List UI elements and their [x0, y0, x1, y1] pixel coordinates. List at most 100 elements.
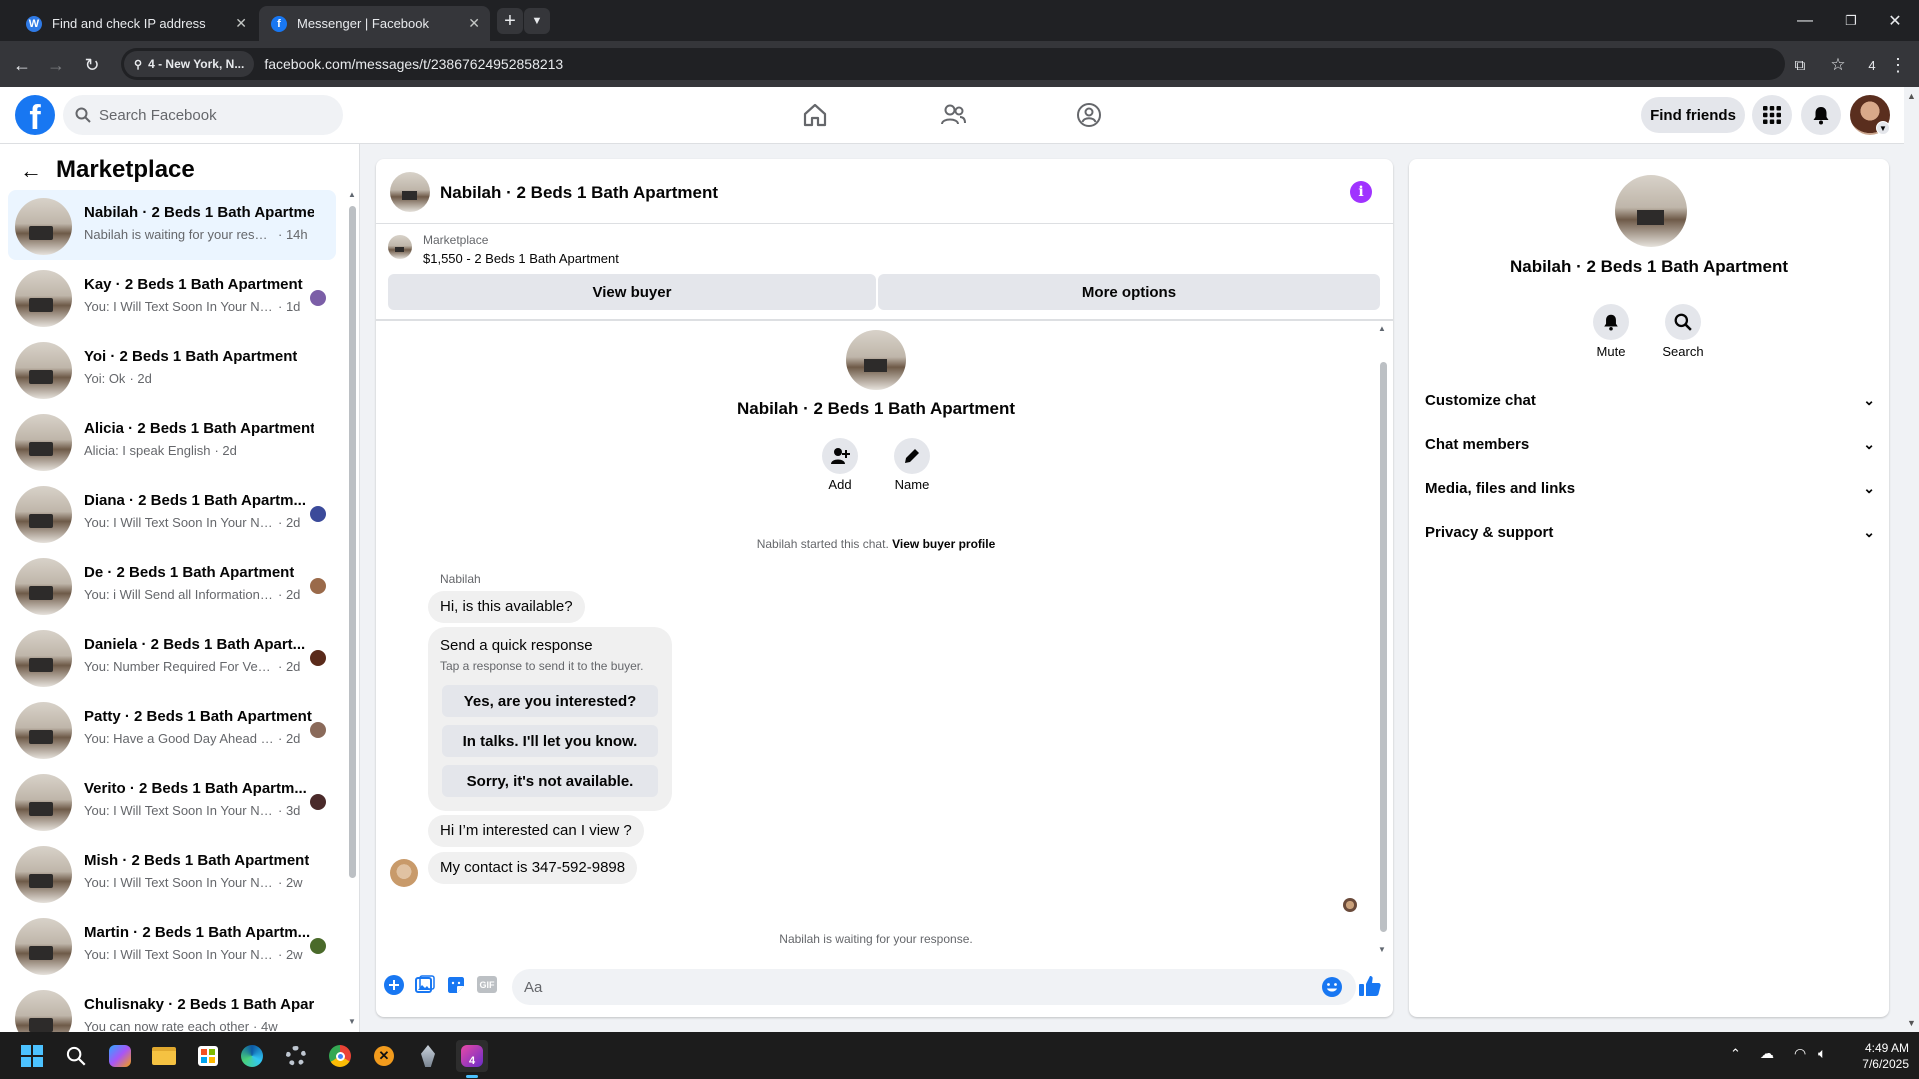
listing-thumbnail[interactable] — [388, 235, 412, 259]
conversation-item[interactable]: Diana · 2 Beds 1 Bath Apartm... You: I Wi… — [8, 478, 336, 548]
photo-icon[interactable] — [415, 975, 435, 995]
scroll-up-icon[interactable]: ▲ — [1907, 91, 1916, 101]
location-chip[interactable]: ⚲ 4 - New York, N... — [124, 51, 255, 77]
sidebar-scrollbar[interactable]: ▲ ▼ — [348, 190, 356, 1026]
onedrive-off-icon[interactable]: ☁ — [1760, 1045, 1774, 1062]
forward-icon[interactable]: → — [44, 53, 68, 77]
conversation-item[interactable]: Daniela · 2 Beds 1 Bath Apart... You: Num… — [8, 622, 336, 692]
kebab-menu-icon[interactable]: ⋮ — [1888, 53, 1908, 77]
install-app-icon[interactable]: ⧉ — [1788, 53, 1812, 77]
volume-icon[interactable]: 🔈︎ — [1818, 1045, 1826, 1062]
bookmark-star-icon[interactable]: ☆ — [1826, 53, 1850, 77]
message-bubble[interactable]: Hi, is this available? — [428, 591, 585, 623]
more-options-button[interactable]: More options — [878, 274, 1380, 310]
facebook-logo[interactable]: f — [15, 95, 55, 135]
sender-avatar[interactable] — [390, 859, 418, 887]
conversation-item[interactable]: De · 2 Beds 1 Bath Apartment You: i Will … — [8, 550, 336, 620]
view-buyer-profile-link[interactable]: View buyer profile — [892, 537, 995, 551]
media-files-links-section[interactable]: Media, files and links ⌄ — [1425, 470, 1875, 506]
back-arrow-icon[interactable]: ← — [20, 158, 42, 184]
conversation-item[interactable]: Kay · 2 Beds 1 Bath Apartment You: I Will… — [8, 262, 336, 332]
quick-response-option[interactable]: In talks. I'll let you know. — [442, 725, 658, 757]
details-avatar[interactable] — [1615, 175, 1687, 247]
conversation-item[interactable]: Patty · 2 Beds 1 Bath Apartment You: Have… — [8, 694, 336, 764]
conversation-item[interactable]: Alicia · 2 Beds 1 Bath Apartment Alicia: … — [8, 406, 336, 476]
chat-header-avatar[interactable] — [390, 172, 430, 212]
mute-button[interactable] — [1593, 304, 1629, 340]
sidebar-scroll-thumb[interactable] — [349, 206, 356, 878]
groups-icon[interactable] — [1075, 101, 1103, 129]
app-figure-icon[interactable] — [412, 1040, 444, 1072]
omnibox[interactable]: ⚲ 4 - New York, N... facebook.com/messag… — [121, 48, 1785, 80]
chevron-up-icon[interactable]: ⌃ — [1730, 1046, 1741, 1062]
clock[interactable]: 4:49 AM 7/6/2025 — [1845, 1040, 1909, 1072]
message-input[interactable]: Aa — [512, 969, 1356, 1005]
chat-scroll-thumb[interactable] — [1380, 362, 1387, 932]
settings-gear-icon[interactable] — [280, 1040, 312, 1072]
profile-count[interactable]: 4 — [1862, 53, 1882, 77]
chat-members-section[interactable]: Chat members ⌄ — [1425, 426, 1875, 462]
active-app-icon[interactable]: 4 — [456, 1040, 488, 1072]
back-icon[interactable]: ← — [10, 53, 34, 77]
listing-price[interactable]: $1,550 - 2 Beds 1 Bath Apartment — [423, 251, 619, 266]
reload-icon[interactable]: ↻ — [80, 53, 104, 77]
plus-circle-icon[interactable] — [384, 975, 404, 995]
search-facebook-input[interactable]: Search Facebook — [63, 95, 343, 135]
scroll-down-icon[interactable]: ▼ — [1907, 1018, 1916, 1028]
file-explorer-icon[interactable] — [148, 1040, 180, 1072]
taskbar-search-icon[interactable] — [60, 1040, 92, 1072]
find-friends-button[interactable]: Find friends — [1641, 97, 1745, 133]
scroll-up-icon[interactable]: ▲ — [1378, 324, 1386, 333]
close-tab-icon[interactable]: ✕ — [468, 15, 480, 32]
close-window-icon[interactable]: ✕ — [1880, 8, 1910, 34]
minimize-icon[interactable]: — — [1790, 8, 1820, 34]
quick-response-option[interactable]: Yes, are you interested? — [442, 685, 658, 717]
conversation-item[interactable]: Nabilah · 2 Beds 1 Bath Apartment Nabilah… — [8, 190, 336, 260]
thread-avatar[interactable] — [846, 330, 906, 390]
windows-start-icon[interactable] — [16, 1040, 48, 1072]
url-text[interactable]: facebook.com/messages/t/2386762495285821… — [264, 56, 563, 72]
conversation-item[interactable]: Verito · 2 Beds 1 Bath Apartm... You: I W… — [8, 766, 336, 836]
chat-title[interactable]: Nabilah · 2 Beds 1 Bath Apartment — [440, 183, 718, 203]
menu-grid-button[interactable] — [1752, 95, 1792, 135]
conversation-item[interactable]: Mish · 2 Beds 1 Bath Apartment You: I Wil… — [8, 838, 336, 908]
emoji-icon[interactable] — [1321, 976, 1343, 998]
page-scrollbar[interactable]: ▲ ▼ — [1904, 87, 1919, 1032]
info-icon[interactable]: i — [1350, 181, 1372, 203]
search-in-chat-button[interactable] — [1665, 304, 1701, 340]
privacy-support-section[interactable]: Privacy & support ⌄ — [1425, 514, 1875, 550]
message-bubble[interactable]: My contact is 347-592-9898 — [428, 852, 638, 884]
edit-name-button[interactable] — [894, 438, 930, 474]
wifi-icon[interactable]: ◠ — [1794, 1045, 1806, 1062]
tab-messenger[interactable]: f Messenger | Facebook ✕ — [259, 6, 490, 41]
quick-response-option[interactable]: Sorry, it's not available. — [442, 765, 658, 797]
chevron-down-icon[interactable]: ▼ — [1876, 121, 1890, 135]
scroll-down-icon[interactable]: ▼ — [1378, 945, 1386, 954]
restore-icon[interactable]: ❐ — [1836, 8, 1866, 34]
view-buyer-button[interactable]: View buyer — [388, 274, 876, 310]
home-icon[interactable] — [801, 101, 829, 129]
edge-icon[interactable] — [236, 1040, 268, 1072]
scroll-up-icon[interactable]: ▲ — [348, 190, 356, 199]
scroll-down-icon[interactable]: ▼ — [348, 1017, 356, 1026]
conversation-item[interactable]: Chulisnaky · 2 Beds 1 Bath Apart... You c… — [8, 982, 336, 1032]
gif-icon[interactable]: GIF — [477, 976, 497, 993]
friends-icon[interactable] — [939, 101, 967, 129]
chat-scrollbar[interactable]: ▲ ▼ — [1378, 324, 1388, 954]
tab-search-icon[interactable]: ▼ — [524, 8, 550, 34]
conversation-item[interactable]: Yoi · 2 Beds 1 Bath Apartment Yoi: Ok · 2d — [8, 334, 336, 404]
tab-ip-check[interactable]: W Find and check IP address ✕ — [14, 6, 257, 41]
chrome-icon[interactable] — [324, 1040, 356, 1072]
customize-chat-section[interactable]: Customize chat ⌄ — [1425, 382, 1875, 418]
copilot-icon[interactable] — [104, 1040, 136, 1072]
sticker-icon[interactable] — [446, 975, 466, 995]
notifications-button[interactable] — [1801, 95, 1841, 135]
conversation-item[interactable]: Martin · 2 Beds 1 Bath Apartm... You: I W… — [8, 910, 336, 980]
xbox-app-icon[interactable]: ✕ — [368, 1040, 400, 1072]
message-bubble[interactable]: Hi I’m interested can I view ? — [428, 815, 644, 847]
microsoft-store-icon[interactable] — [192, 1040, 224, 1072]
new-tab-button[interactable]: + — [497, 8, 523, 34]
close-tab-icon[interactable]: ✕ — [235, 15, 247, 32]
thumbs-up-icon[interactable] — [1358, 974, 1382, 998]
add-person-button[interactable] — [822, 438, 858, 474]
